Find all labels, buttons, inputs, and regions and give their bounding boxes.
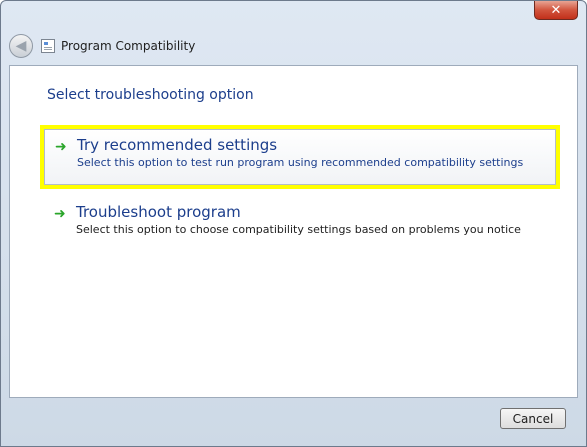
option-title: Troubleshoot program bbox=[76, 203, 241, 221]
back-arrow-icon: ◀ bbox=[15, 38, 27, 54]
close-icon: ✕ bbox=[550, 2, 562, 18]
green-arrow-icon: ➜ bbox=[55, 139, 67, 155]
dialog-window: ✕ ◀ Program Compatibility Select trouble… bbox=[0, 0, 587, 447]
green-arrow-icon: ➜ bbox=[54, 206, 66, 222]
cancel-button[interactable]: Cancel bbox=[500, 408, 566, 429]
option-title: Try recommended settings bbox=[77, 136, 278, 154]
option-try-recommended-settings[interactable]: ➜ Try recommended settings Select this o… bbox=[40, 125, 560, 189]
option-description: Select this option to test run program u… bbox=[77, 156, 524, 169]
option-description: Select this option to choose compatibili… bbox=[76, 223, 521, 236]
program-compatibility-icon bbox=[41, 39, 55, 53]
dialog-header: ◀ Program Compatibility bbox=[9, 29, 578, 63]
option-troubleshoot-program[interactable]: ➜ Troubleshoot program Select this optio… bbox=[44, 197, 556, 247]
back-button[interactable]: ◀ bbox=[9, 34, 33, 58]
dialog-footer: Cancel bbox=[9, 398, 578, 438]
window-title: Program Compatibility bbox=[61, 39, 196, 53]
close-button[interactable]: ✕ bbox=[534, 1, 578, 20]
content-panel: Select troubleshooting option ➜ Try reco… bbox=[9, 65, 578, 398]
page-heading: Select troubleshooting option bbox=[47, 87, 254, 103]
